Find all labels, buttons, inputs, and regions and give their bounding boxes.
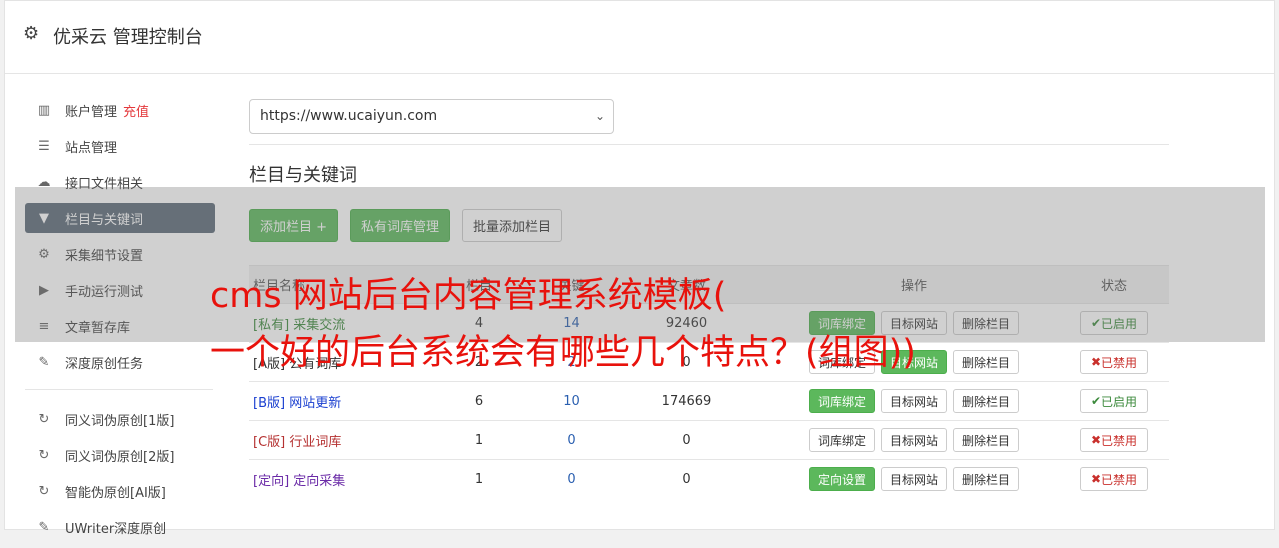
sidebar-item-label: 同义词伪原创[1版]: [65, 413, 175, 429]
sidebar-item-account[interactable]: ▥ 账户管理 充值: [25, 95, 215, 125]
table-row: [定向] 定向采集 1 0 0 定向设置 目标网站 删除栏目 ✖ 已禁用: [249, 459, 1169, 499]
sidebar-item-synonym-v1[interactable]: ↻ 同义词伪原创[1版]: [25, 404, 215, 434]
sidebar-divider: [25, 389, 213, 390]
cell-c: 174669: [604, 381, 769, 421]
cell-b[interactable]: 0: [539, 420, 604, 460]
refresh-icon: ↻: [38, 483, 50, 499]
edit-icon: ✎: [38, 519, 50, 535]
sidebar-item-label: 同义词伪原创[2版]: [65, 449, 175, 465]
table-row: [B版] 网站更新 6 10 174669 词库绑定 目标网站 删除栏目 ✔ 已…: [249, 381, 1169, 421]
delete-column-button[interactable]: 删除栏目: [953, 428, 1020, 452]
recharge-link[interactable]: 充值: [123, 101, 149, 120]
section-title: 栏目与关键词: [249, 165, 357, 186]
chevron-down-icon: ⌄: [594, 109, 605, 123]
divider: [249, 144, 1169, 145]
delete-column-button[interactable]: 删除栏目: [953, 350, 1020, 374]
cell-c: 0: [604, 420, 769, 460]
bind-lexicon-button[interactable]: 词库绑定: [808, 389, 875, 413]
sidebar-item-ai-rewrite[interactable]: ↻ 智能伪原创[AI版]: [25, 476, 215, 506]
column-name-cell[interactable]: [定向] 定向采集: [249, 459, 419, 499]
refresh-icon: ↻: [38, 447, 50, 463]
cell-a: 1: [419, 459, 539, 499]
cell-a: 6: [419, 381, 539, 421]
sidebar-item-uwriter[interactable]: ✎ UWriter深度原创: [25, 512, 215, 542]
directed-settings-button[interactable]: 定向设置: [808, 467, 875, 492]
overlay-banner: [15, 187, 1265, 342]
sidebar-item-label: UWriter深度原创: [65, 521, 167, 537]
overlay-title-line1: cms 网站后台内容管理系统模板(: [210, 276, 727, 316]
site-select[interactable]: https://www.ucaiyun.com ⌄: [249, 99, 614, 134]
header: ⚙ 优采云 管理控制台: [5, 1, 1274, 74]
target-site-button[interactable]: 目标网站: [880, 467, 947, 492]
sidebar-item-label: 深度原创任务: [65, 356, 144, 372]
edit-icon: ✎: [38, 354, 50, 370]
gear-icon: ⚙: [23, 23, 40, 44]
column-name-cell[interactable]: [C版] 行业词库: [249, 420, 419, 460]
cell-b[interactable]: 0: [539, 459, 604, 499]
status-badge[interactable]: ✖ 已禁用: [1079, 350, 1149, 374]
refresh-icon: ↻: [38, 411, 50, 427]
column-name-cell[interactable]: [B版] 网站更新: [249, 381, 419, 421]
server-icon: ☰: [38, 138, 50, 154]
cell-c: 0: [604, 459, 769, 499]
status-badge[interactable]: ✖ 已禁用: [1079, 428, 1149, 452]
bar-chart-icon: ▥: [37, 102, 51, 118]
status-badge[interactable]: ✖ 已禁用: [1079, 467, 1149, 492]
target-site-button[interactable]: 目标网站: [880, 389, 947, 413]
sidebar-item-synonym-v2[interactable]: ↻ 同义词伪原创[2版]: [25, 440, 215, 470]
overlay-title-line2: 一个好的后台系统会有哪些几个特点？(组图)): [210, 333, 916, 373]
sidebar-item-sites[interactable]: ☰ 站点管理: [25, 131, 215, 161]
sidebar-item-label: 站点管理: [65, 140, 118, 156]
bind-lexicon-button[interactable]: 词库绑定: [808, 428, 875, 452]
cell-b[interactable]: 10: [539, 381, 604, 421]
sidebar-item-deep-original[interactable]: ✎ 深度原创任务: [25, 347, 215, 377]
sidebar-item-label: 智能伪原创[AI版]: [65, 485, 166, 501]
delete-column-button[interactable]: 删除栏目: [953, 467, 1020, 492]
target-site-button[interactable]: 目标网站: [880, 428, 947, 452]
table-row: [C版] 行业词库 1 0 0 词库绑定 目标网站 删除栏目 ✖ 已禁用: [249, 420, 1169, 460]
delete-column-button[interactable]: 删除栏目: [953, 389, 1020, 413]
page-title: 优采云 管理控制台: [53, 27, 203, 48]
status-badge[interactable]: ✔ 已启用: [1079, 389, 1149, 413]
site-select-value: https://www.ucaiyun.com: [260, 108, 438, 124]
cell-a: 1: [419, 420, 539, 460]
sidebar-item-label: 账户管理: [65, 104, 118, 120]
